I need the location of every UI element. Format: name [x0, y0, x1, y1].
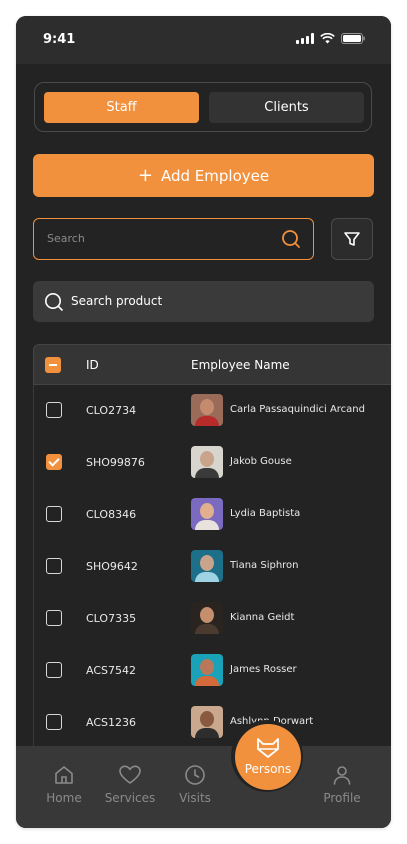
search-placeholder: Search: [47, 232, 85, 245]
tab-services[interactable]: Services: [100, 764, 160, 805]
avatar-body: [195, 520, 219, 530]
bottom-tab-bar: Home Services Visits Profile: [16, 746, 391, 828]
avatar-body: [195, 624, 219, 634]
avatar-body: [195, 468, 219, 478]
clock-icon: [185, 765, 205, 785]
employee-name: Kianna Geidt: [230, 612, 295, 623]
tab-visits[interactable]: Visits: [165, 764, 225, 805]
avatar-head: [200, 503, 214, 519]
table-row[interactable]: ACS7542 James Rosser: [33, 645, 391, 697]
wifi-icon: [320, 33, 335, 44]
row-checkbox[interactable]: [46, 558, 62, 574]
avatar: [191, 654, 223, 686]
table-row[interactable]: SHO9642 Tiana Siphron: [33, 541, 391, 593]
tab-visits-label: Visits: [179, 791, 211, 805]
employee-id: SHO99876: [86, 456, 145, 469]
persons-logo-icon: [257, 738, 279, 758]
avatar-head: [200, 451, 214, 467]
cellular-signal-icon: [296, 33, 314, 44]
avatar: [191, 446, 223, 478]
employee-table: ID Employee Name CLO2734 Carla Passaquind…: [33, 344, 391, 749]
table-row[interactable]: CLO7335 Kianna Geidt: [33, 593, 391, 645]
filter-icon: [344, 232, 360, 246]
column-header-employee-name: Employee Name: [191, 358, 290, 372]
tab-home-label: Home: [46, 791, 82, 805]
employee-name: Tiana Siphron: [230, 560, 299, 571]
employee-name: Jakob Gouse: [230, 456, 292, 467]
employee-id: SHO9642: [86, 560, 138, 573]
employee-id: ACS7542: [86, 664, 136, 677]
table-body: CLO2734 Carla Passaquindici Arcand SHO9987…: [33, 385, 391, 749]
column-header-id: ID: [86, 358, 99, 372]
avatar-head: [200, 711, 214, 727]
tab-persons-label: Persons: [244, 762, 292, 776]
search-icon[interactable]: [281, 229, 301, 249]
heart-icon: [119, 765, 141, 784]
avatar-head: [200, 659, 214, 675]
plus-icon: +: [137, 164, 153, 186]
avatar: [191, 550, 223, 582]
add-employee-button[interactable]: + Add Employee: [33, 154, 374, 197]
tab-staff[interactable]: Staff: [44, 92, 199, 123]
employee-name: Lydia Baptista: [230, 508, 301, 519]
table-row[interactable]: SHO99876 Jakob Gouse: [33, 437, 391, 489]
avatar: [191, 706, 223, 738]
product-search-label: Search product: [71, 294, 163, 308]
avatar: [191, 498, 223, 530]
row-checkbox[interactable]: [46, 454, 62, 470]
avatar: [191, 602, 223, 634]
avatar-body: [195, 572, 219, 582]
employee-id: CLO8346: [86, 508, 137, 521]
employee-id: CLO7335: [86, 612, 137, 625]
select-all-checkbox[interactable]: [45, 357, 61, 373]
battery-icon: [341, 33, 365, 44]
avatar-head: [200, 555, 214, 571]
tab-profile[interactable]: Profile: [312, 764, 372, 805]
table-row[interactable]: CLO8346 Lydia Baptista: [33, 489, 391, 541]
avatar: [191, 394, 223, 426]
status-time: 9:41: [43, 32, 76, 47]
status-icons: [296, 33, 365, 44]
add-employee-label: Add Employee: [160, 166, 270, 185]
filter-button[interactable]: [331, 218, 373, 260]
tab-clients[interactable]: Clients: [209, 92, 364, 123]
avatar-head: [200, 607, 214, 623]
employee-id: ACS1236: [86, 716, 136, 729]
tab-services-label: Services: [104, 791, 156, 805]
tab-persons[interactable]: Persons: [235, 724, 301, 790]
phone-screen: 9:41 Staff Clients + Add Employee Search: [16, 16, 391, 828]
avatar-body: [195, 416, 219, 426]
staff-clients-segmented-control: Staff Clients: [34, 82, 372, 132]
search-input[interactable]: Search: [33, 218, 314, 260]
employee-id: CLO2734: [86, 404, 137, 417]
employee-name: James Rosser: [230, 664, 297, 675]
row-checkbox[interactable]: [46, 402, 62, 418]
search-icon: [45, 293, 63, 311]
row-checkbox[interactable]: [46, 610, 62, 626]
person-icon: [333, 766, 351, 785]
table-row[interactable]: ACS1236 Ashlynn Dorwart: [33, 697, 391, 749]
avatar-head: [200, 399, 214, 415]
home-icon: [55, 766, 73, 784]
row-checkbox[interactable]: [46, 662, 62, 678]
employee-name: Carla Passaquindici Arcand: [230, 404, 365, 415]
tab-profile-label: Profile: [323, 791, 361, 805]
table-row[interactable]: CLO2734 Carla Passaquindici Arcand: [33, 385, 391, 437]
avatar-body: [195, 728, 219, 738]
row-checkbox[interactable]: [46, 506, 62, 522]
row-checkbox[interactable]: [46, 714, 62, 730]
product-search-input[interactable]: Search product: [33, 281, 374, 322]
avatar-body: [195, 676, 219, 686]
tab-home[interactable]: Home: [34, 764, 94, 805]
table-header: ID Employee Name: [33, 344, 391, 385]
status-bar: 9:41: [16, 16, 391, 64]
